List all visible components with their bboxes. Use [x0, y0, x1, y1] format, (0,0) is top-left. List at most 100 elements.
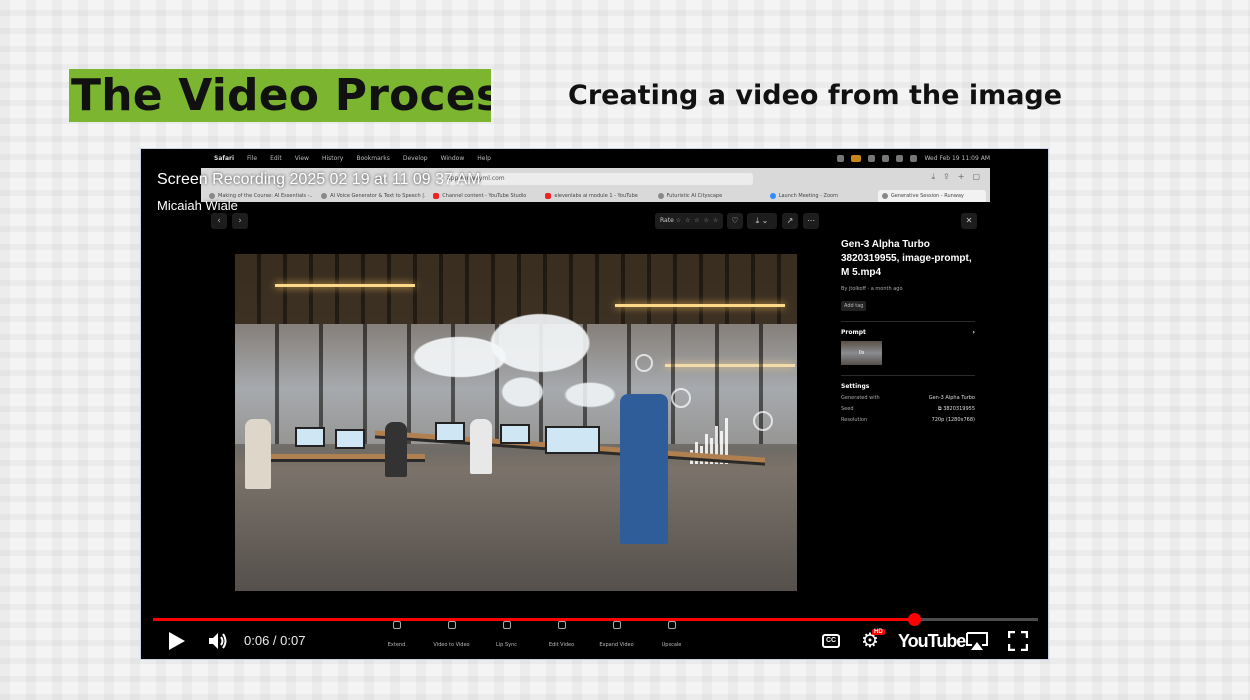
- browser-tab[interactable]: Launch Meeting - Zoom: [766, 190, 874, 202]
- youtube-logo[interactable]: YouTube: [898, 631, 966, 652]
- hd-badge: HD: [872, 629, 885, 635]
- menu-bookmarks[interactable]: Bookmarks: [356, 155, 390, 162]
- upscale-icon: [667, 621, 676, 629]
- browser-tab[interactable]: AI Voice Generator & Text to Speech |...: [317, 190, 425, 202]
- browser-tab[interactable]: Channel content - YouTube Studio: [429, 190, 537, 202]
- edit-video-button[interactable]: Edit Video: [534, 621, 589, 648]
- floor: [235, 469, 797, 591]
- asset-title: Gen-3 Alpha Turbo 3820319955, image-prom…: [841, 239, 972, 278]
- prompt-heading[interactable]: Prompt ›: [841, 329, 975, 336]
- copy-icon[interactable]: ⧉: [938, 406, 942, 412]
- edit-icon: [557, 621, 566, 629]
- tab-bar: Making of the Course: AI Essentials -...…: [205, 190, 986, 202]
- wifi-icon[interactable]: [910, 154, 918, 162]
- rate-label: Rate: [660, 217, 674, 224]
- menu-window[interactable]: Window: [441, 155, 465, 162]
- expand-icon: [612, 621, 621, 629]
- tab-label: Channel content - YouTube Studio: [442, 193, 527, 199]
- share-icon[interactable]: ↗: [782, 213, 798, 229]
- video-info-panel: Gen-3 Alpha Turbo 3820319955, image-prom…: [841, 238, 975, 423]
- video-icon: [447, 621, 456, 629]
- generated-video-frame[interactable]: [235, 254, 797, 591]
- lip-sync-button[interactable]: Lip Sync: [479, 621, 534, 648]
- favicon-icon: [881, 193, 888, 199]
- status-icon[interactable]: [837, 154, 845, 162]
- menu-edit[interactable]: Edit: [270, 155, 282, 162]
- mac-menubar: Safari File Edit View History Bookmarks …: [201, 149, 990, 167]
- new-tab-icon[interactable]: +: [958, 172, 965, 182]
- runway-action-bar: Extend Video to Video Lip Sync Edit Vide…: [369, 621, 699, 648]
- tab-label: Generative Session - Runway: [890, 193, 964, 199]
- youtube-embed-player[interactable]: Safari File Edit View History Bookmarks …: [140, 148, 1049, 660]
- favorite-heart-icon[interactable]: ♡: [727, 213, 743, 229]
- more-options-icon[interactable]: ⋯: [803, 213, 819, 229]
- browser-tab-active[interactable]: Generative Session - Runway: [877, 190, 986, 202]
- video-title[interactable]: Screen Recording 2025 02 19 at 11 09 37 …: [157, 171, 480, 189]
- expand-video-button[interactable]: Expand Video: [589, 621, 644, 648]
- favicon-icon: [657, 193, 664, 199]
- asset-meta: By jtolkoff · a month ago: [841, 286, 903, 292]
- volume-icon[interactable]: [207, 630, 229, 652]
- tab-overview-icon[interactable]: ▢: [972, 172, 980, 182]
- rate-control[interactable]: Rate ☆ ☆ ☆ ☆ ☆: [655, 213, 723, 229]
- fullscreen-icon[interactable]: [1008, 631, 1028, 651]
- play-icon[interactable]: [169, 632, 185, 650]
- next-button[interactable]: ›: [232, 213, 248, 229]
- setting-value: Gen-3 Alpha Turbo: [928, 395, 975, 401]
- airplay-icon[interactable]: [965, 631, 989, 651]
- upscale-button[interactable]: Upscale: [644, 621, 699, 648]
- star-rating[interactable]: ☆ ☆ ☆ ☆ ☆: [676, 217, 720, 224]
- channel-name[interactable]: Micaiah Wiale: [157, 198, 238, 213]
- previous-button[interactable]: ‹: [211, 213, 227, 229]
- setting-label: Resolution: [841, 417, 868, 423]
- lip-sync-icon: [502, 621, 511, 629]
- menu-history[interactable]: History: [322, 155, 343, 162]
- menu-help[interactable]: Help: [477, 155, 491, 162]
- tab-label: Launch Meeting - Zoom: [778, 193, 838, 199]
- tab-label: Futuristic AI Cityscape: [666, 193, 723, 199]
- setting-row: Resolution 720p (1280x768): [841, 417, 975, 423]
- zoom-favicon-icon: [769, 193, 776, 199]
- browser-tab[interactable]: Futuristic AI Cityscape: [654, 190, 762, 202]
- battery-icon[interactable]: [896, 154, 904, 162]
- share-icon[interactable]: ⇪: [943, 172, 950, 182]
- settings-heading-label: Settings: [841, 383, 870, 390]
- extend-icon: [392, 621, 401, 629]
- standing-man: [620, 394, 668, 544]
- extend-button[interactable]: Extend: [369, 621, 424, 648]
- setting-row: Generated with Gen-3 Alpha Turbo: [841, 395, 975, 401]
- scrubber-handle[interactable]: [908, 613, 922, 626]
- time-display: 0:06 / 0:07: [244, 633, 306, 648]
- close-icon[interactable]: ✕: [961, 213, 977, 229]
- youtube-favicon-icon: [545, 193, 552, 199]
- setting-label: Seed: [841, 406, 854, 412]
- menu-develop[interactable]: Develop: [403, 155, 428, 162]
- video-to-video-button[interactable]: Video to Video: [424, 621, 479, 648]
- progress-bar[interactable]: [153, 613, 1038, 626]
- setting-value: 720p (1280x768): [931, 417, 975, 423]
- tab-label: elevenlabs ai module 1 - YouTube: [554, 193, 638, 199]
- menu-file[interactable]: File: [247, 155, 257, 162]
- setting-label: Generated with: [841, 395, 880, 401]
- prompt-thumbnail[interactable]: 0s: [841, 341, 882, 365]
- setting-value[interactable]: ⧉ 3820319955: [938, 406, 975, 412]
- prompt-heading-label: Prompt: [841, 329, 866, 336]
- recording-icon[interactable]: [851, 154, 862, 162]
- download-menu-button[interactable]: ⤓ ⌄: [747, 213, 777, 229]
- tab-label: AI Voice Generator & Text to Speech |...: [330, 193, 426, 199]
- chevron-right-icon: ›: [972, 329, 975, 336]
- address-bar[interactable]: app.runwayml.com: [437, 173, 753, 185]
- status-icons: Wed Feb 19 11:09 AM: [837, 154, 990, 162]
- browser-tab[interactable]: elevenlabs ai module 1 - YouTube: [541, 190, 649, 202]
- download-icon[interactable]: ⤓: [931, 172, 935, 182]
- status-icon[interactable]: [868, 154, 876, 162]
- status-icon[interactable]: [882, 154, 890, 162]
- menubar-clock[interactable]: Wed Feb 19 11:09 AM: [924, 155, 990, 162]
- menubar-app-name[interactable]: Safari: [214, 155, 234, 162]
- slide-subtitle: Creating a video from the image: [568, 80, 1063, 111]
- holographic-world-map: [385, 294, 635, 434]
- menu-view[interactable]: View: [295, 155, 309, 162]
- captions-icon[interactable]: CC: [822, 634, 840, 648]
- youtube-favicon-icon: [433, 193, 440, 199]
- add-tag-button[interactable]: Add tag: [841, 301, 867, 311]
